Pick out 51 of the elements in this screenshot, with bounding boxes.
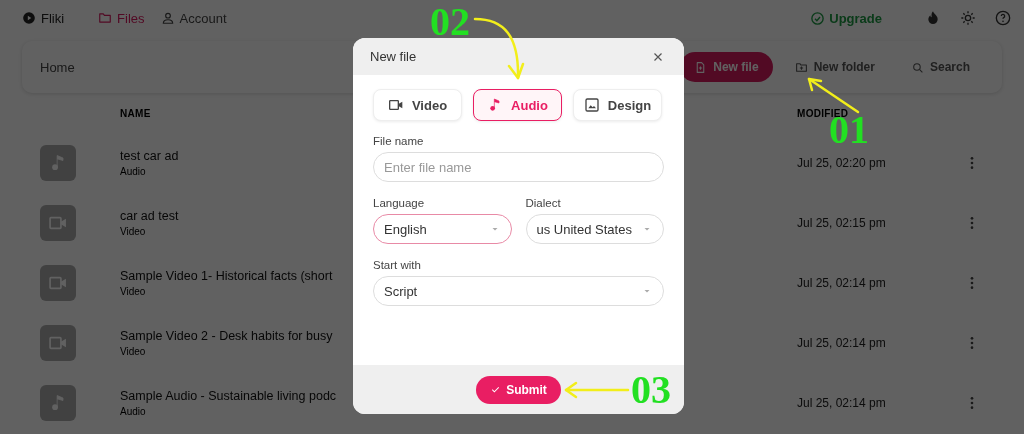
callout-arrow <box>564 381 630 399</box>
type-option[interactable]: Design <box>573 89 662 121</box>
file-type: Video <box>120 346 146 357</box>
nav-tab[interactable]: Account <box>160 10 227 26</box>
user-icon <box>160 11 175 25</box>
select-field[interactable]: English <box>373 214 512 244</box>
field-label: File name <box>373 135 425 147</box>
callout-number: 03 <box>631 370 671 410</box>
submit-button[interactable]: Submit <box>476 375 561 404</box>
modified-date: Jul 25, 02:14 pm <box>797 396 887 410</box>
file-name[interactable]: Sample Video 2 - Desk habits for busy <box>120 329 333 343</box>
folder-icon <box>98 11 113 25</box>
check-icon <box>490 384 502 395</box>
file-type: Video <box>120 226 146 237</box>
new-folder-button[interactable]: New folder <box>780 52 889 82</box>
type-option[interactable]: Audio <box>473 89 562 121</box>
modified-date: Jul 25, 02:20 pm <box>797 156 887 170</box>
field-label: Language <box>373 197 426 209</box>
modified-date: Jul 25, 02:14 pm <box>797 336 887 350</box>
image-icon <box>583 97 600 113</box>
brand-name: Fliki <box>41 10 65 26</box>
folder-plus-icon <box>794 60 808 74</box>
upgrade-link[interactable]: Upgrade <box>810 10 882 26</box>
file-name[interactable]: Sample Video 1- Historical facts (short <box>120 269 333 283</box>
file-type: Video <box>120 286 146 297</box>
breadcrumb[interactable]: Home <box>40 59 75 75</box>
file-name-input[interactable]: Enter file name <box>373 152 664 182</box>
search-button[interactable]: Search <box>896 52 984 82</box>
search-icon <box>910 60 924 74</box>
field-label: Start with <box>373 259 422 271</box>
callout-number: 02 <box>430 2 470 42</box>
file-name[interactable]: test car ad <box>120 149 179 163</box>
file-name[interactable]: Sample Audio - Sustainable living podc <box>120 389 337 403</box>
type-option[interactable]: Video <box>373 89 462 121</box>
check-circle-icon <box>810 10 826 26</box>
help-icon[interactable] <box>995 10 1011 26</box>
file-type: Audio <box>120 406 146 417</box>
select-field[interactable]: us United States <box>525 214 664 244</box>
dialog-title: New file <box>370 49 417 64</box>
logo-icon <box>22 11 36 25</box>
select-field[interactable]: Script <box>373 276 664 306</box>
flame-icon[interactable] <box>925 10 941 26</box>
callout-arrow <box>473 17 525 80</box>
file-name[interactable]: car ad test <box>120 209 179 223</box>
modified-date: Jul 25, 02:15 pm <box>797 216 887 230</box>
sun-icon[interactable] <box>960 10 976 26</box>
field-label: Dialect <box>525 197 562 209</box>
video-camera-icon <box>387 97 404 113</box>
nav-tab[interactable]: Files <box>98 10 145 26</box>
modified-date: Jul 25, 02:14 pm <box>797 276 887 290</box>
file-type: Audio <box>120 166 146 177</box>
